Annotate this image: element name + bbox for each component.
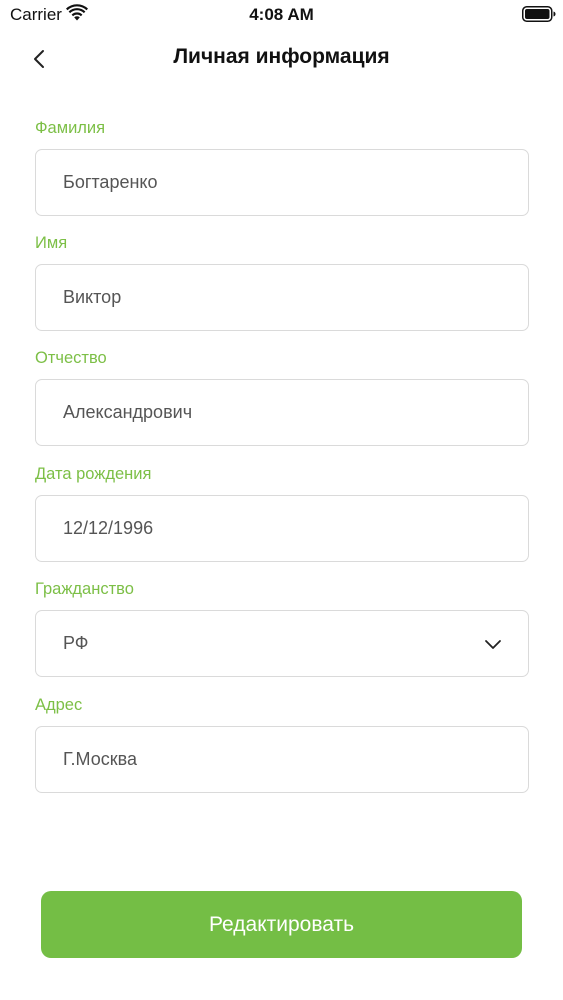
page-title: Личная информация bbox=[173, 45, 390, 68]
birth-date-field[interactable]: 12/12/1996 bbox=[35, 495, 529, 562]
birth-date-label: Дата рождения bbox=[35, 465, 152, 483]
personal-info-screen: Carrier 4:08 AM Личная информация Фамили… bbox=[0, 0, 563, 1000]
address-label: Адрес bbox=[35, 696, 83, 714]
citizenship-label: Гражданство bbox=[35, 580, 134, 598]
birth-date-value: 12/12/1996 bbox=[63, 518, 154, 538]
chevron-down-icon bbox=[485, 639, 501, 649]
status-bar: Carrier 4:08 AM bbox=[0, 0, 563, 30]
address-value: Г.Москва bbox=[63, 749, 138, 769]
first-name-field[interactable]: Виктор bbox=[35, 264, 529, 331]
first-name-label: Имя bbox=[35, 234, 68, 252]
address-field[interactable]: Г.Москва bbox=[35, 726, 529, 793]
citizenship-select[interactable]: РФ bbox=[35, 610, 529, 677]
patronymic-value: Александрович bbox=[63, 402, 193, 422]
nav-bar: Личная информация bbox=[0, 30, 563, 86]
citizenship-value: РФ bbox=[63, 633, 89, 653]
surname-label: Фамилия bbox=[35, 119, 106, 137]
patronymic-field[interactable]: Александрович bbox=[35, 379, 529, 446]
edit-button-label: Редактировать bbox=[208, 912, 355, 936]
battery-icon bbox=[522, 6, 556, 22]
patronymic-label: Отчество bbox=[35, 349, 107, 367]
status-time: 4:08 AM bbox=[249, 5, 314, 24]
surname-value: Богтаренко bbox=[63, 172, 158, 192]
edit-button[interactable]: Редактировать bbox=[41, 891, 522, 958]
first-name-value: Виктор bbox=[63, 287, 122, 307]
surname-field[interactable]: Богтаренко bbox=[35, 149, 529, 216]
